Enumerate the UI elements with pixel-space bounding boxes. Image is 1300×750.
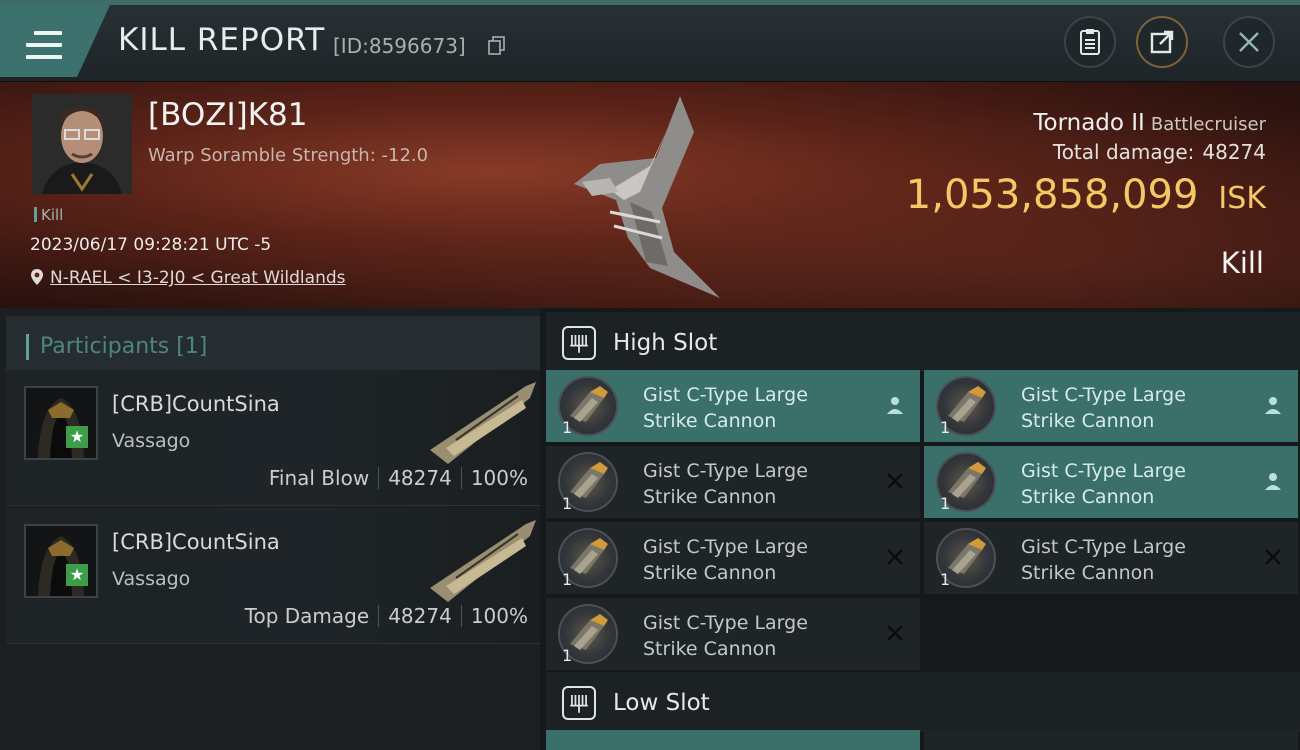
divider: [460, 605, 462, 627]
attacker-stats: Final Blow 48274 100%: [269, 466, 528, 490]
attacker-ship-render: [430, 520, 536, 602]
victim-banner: [BOZI]K81 Warp Soramble Strength: -12.0 …: [0, 82, 1300, 308]
attacker-ship-render: [430, 382, 536, 464]
destroyed-x-icon: [887, 473, 903, 489]
module-name: Gist C-Type Large Strike Cannon: [643, 536, 808, 584]
victim-pilot-name[interactable]: [BOZI]K81: [148, 97, 307, 133]
module-name: Gist C-Type Large Strike Cannon: [1021, 460, 1186, 508]
attacker-ship: Vassago: [112, 568, 191, 590]
module-quantity: 1: [562, 494, 573, 513]
attacker-row[interactable]: ★ [CRB]CountSina Vassago Top Damage 48274…: [6, 508, 540, 644]
attacker-role: Final Blow: [268, 466, 370, 490]
report-id: [ID:8596673]: [333, 34, 466, 58]
close-button[interactable]: [1223, 16, 1275, 68]
isk-value: 1,053,858,099 ISK: [906, 172, 1266, 218]
divider: [378, 605, 380, 627]
module-item[interactable]: 1 Gist C-Type Large Strike Cannon: [924, 370, 1298, 442]
module-quantity: 1: [940, 494, 951, 513]
module-name: Gist C-Type Large Strike Cannon: [643, 384, 808, 432]
star-badge-icon: ★: [66, 564, 88, 586]
low-slot-module[interactable]: [924, 730, 1298, 750]
header-bar: KILL REPORT [ID:8596673]: [0, 0, 1300, 82]
module-item[interactable]: 1 Gist C-Type Large Strike Cannon: [546, 446, 920, 518]
menu-button[interactable]: [0, 5, 110, 77]
ship-name: Tornado II: [1033, 110, 1145, 136]
dropped-person-icon: [887, 397, 903, 414]
module-item[interactable]: 1 Gist C-Type Large Strike Cannon: [924, 446, 1298, 518]
victim-avatar[interactable]: [32, 94, 132, 194]
module-item[interactable]: 1 Gist C-Type Large Strike Cannon: [546, 370, 920, 442]
high-slot-header: High Slot: [546, 312, 1300, 372]
low-slot-label: Low Slot: [613, 690, 710, 716]
divider: [460, 467, 462, 489]
participants-panel: Participants [1] ★ [CRB]CountSina Vassag…: [0, 308, 540, 750]
total-damage-value: 48274: [1202, 140, 1266, 164]
warp-scramble-strength: Warp Soramble Strength: -12.0: [148, 145, 429, 166]
fitting-panel: High Slot 1 Gist C-Type Large Strike Cann…: [540, 308, 1300, 750]
location-link[interactable]: N-RAEL < I3-2J0 < Great Wildlands: [30, 268, 346, 288]
kill-datetime: 2023/06/17 09:28:21 UTC -5: [30, 235, 272, 255]
low-slot-icon: [562, 686, 596, 720]
kill-tag: Kill: [34, 206, 63, 224]
module-name: Gist C-Type Large Strike Cannon: [643, 460, 808, 508]
attacker-name[interactable]: [CRB]CountSina: [112, 392, 280, 416]
ship-class: Battlecruiser: [1150, 114, 1266, 135]
module-item[interactable]: 1 Gist C-Type Large Strike Cannon: [546, 598, 920, 670]
attacker-ship: Vassago: [112, 430, 191, 452]
attacker-percent: 100%: [470, 466, 528, 490]
low-slot-module[interactable]: [546, 730, 920, 750]
close-icon: [1239, 32, 1259, 52]
destroyed-x-icon: [887, 625, 903, 641]
module-quantity: 1: [562, 418, 573, 437]
result-label: Kill: [1220, 246, 1264, 280]
attacker-row[interactable]: ★ [CRB]CountSina Vassago Final Blow 48274…: [6, 370, 540, 506]
high-slot-icon: [562, 326, 596, 360]
location-pin-icon: [31, 269, 43, 285]
isk-amount: 1,053,858,099: [905, 172, 1199, 218]
low-slot-header: Low Slot: [546, 672, 1300, 732]
attacker-role: Top Damage: [244, 604, 370, 628]
clipboard-button[interactable]: [1064, 16, 1116, 68]
destroyed-x-icon: [1265, 549, 1281, 565]
module-quantity: 1: [940, 418, 951, 437]
location-text: N-RAEL < I3-2J0 < Great Wildlands: [50, 268, 346, 288]
module-quantity: 1: [562, 570, 573, 589]
page-title: KILL REPORT: [118, 22, 326, 58]
participants-label: Participants [1]: [40, 334, 208, 359]
clipboard-icon: [1080, 29, 1100, 55]
dropped-person-icon: [1265, 473, 1281, 490]
module-name: Gist C-Type Large Strike Cannon: [1021, 384, 1186, 432]
attacker-percent: 100%: [470, 604, 528, 628]
victim-ship-render: [574, 96, 720, 298]
module-quantity: 1: [562, 646, 573, 665]
attacker-damage: 48274: [388, 604, 452, 628]
module-name: Gist C-Type Large Strike Cannon: [1021, 536, 1186, 584]
module-name: Gist C-Type Large Strike Cannon: [643, 612, 808, 660]
total-damage: Total damage: 48274: [1053, 140, 1266, 164]
isk-unit: ISK: [1218, 181, 1266, 216]
attacker-portrait: [24, 524, 98, 598]
hamburger-menu-icon: [26, 31, 62, 59]
attacker-portrait: [24, 386, 98, 460]
attacker-damage: 48274: [388, 466, 452, 490]
module-item[interactable]: 1 Gist C-Type Large Strike Cannon: [546, 522, 920, 594]
star-badge-icon: ★: [66, 426, 88, 448]
header-accent-bar: [26, 334, 29, 360]
divider: [378, 467, 380, 489]
participants-header[interactable]: Participants [1]: [6, 316, 540, 372]
module-item[interactable]: 1 Gist C-Type Large Strike Cannon: [924, 522, 1298, 594]
attacker-name[interactable]: [CRB]CountSina: [112, 530, 280, 554]
module-quantity: 1: [940, 570, 951, 589]
destroyed-x-icon: [887, 549, 903, 565]
total-damage-label: Total damage:: [1052, 140, 1195, 164]
dropped-person-icon: [1265, 397, 1281, 414]
share-button[interactable]: [1136, 16, 1188, 68]
attacker-stats: Top Damage 48274 100%: [245, 604, 528, 628]
share-icon: [1150, 30, 1174, 54]
copy-icon[interactable]: [488, 36, 506, 56]
high-slot-label: High Slot: [613, 330, 718, 356]
victim-ship[interactable]: Tornado II Battlecruiser: [1033, 110, 1266, 136]
